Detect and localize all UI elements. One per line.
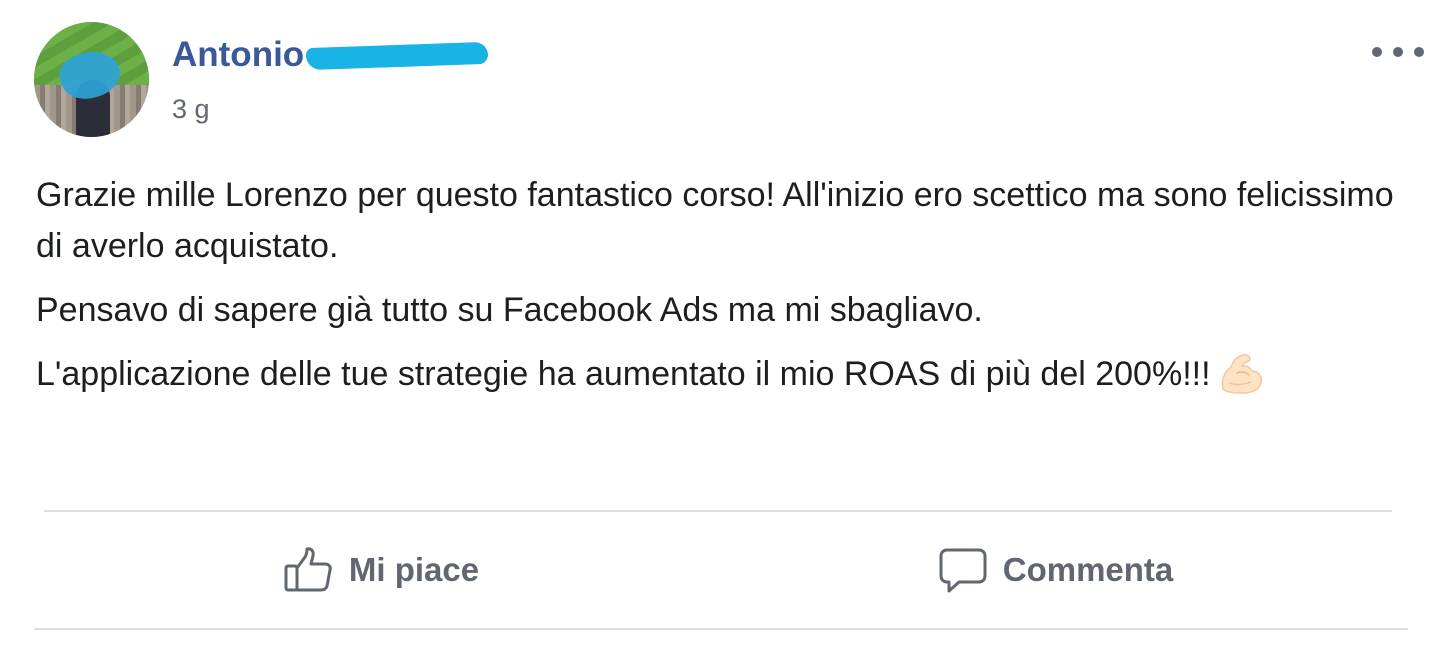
- ellipsis-dot: [1393, 47, 1403, 57]
- ellipsis-icon[interactable]: [1372, 38, 1424, 66]
- post-actions-bar: Mi piace Commenta: [44, 512, 1392, 628]
- post-paragraph-text: L'applicazione delle tue strategie ha au…: [36, 355, 1211, 393]
- post-paragraph-text: Pensavo di sapere già tutto su Facebook …: [36, 291, 983, 329]
- comment-button-label: Commenta: [1002, 551, 1174, 588]
- thumbs-up-icon: [283, 546, 335, 594]
- post-body: Grazie mille Lorenzo per questo fantasti…: [36, 170, 1416, 413]
- author-avatar[interactable]: [34, 22, 149, 137]
- like-button[interactable]: Mi piace: [44, 512, 718, 628]
- post-paragraph: L'applicazione delle tue strategie ha au…: [36, 349, 1416, 400]
- comment-button[interactable]: Commenta: [718, 512, 1392, 628]
- author-name-link[interactable]: Antonio: [172, 33, 304, 77]
- author-surname-redaction: [305, 41, 489, 71]
- comment-bubble-icon: [937, 546, 989, 594]
- post-card: Antonio 3 g Grazie mille Lorenzo per que…: [0, 0, 1442, 672]
- actions-divider-bottom: [34, 628, 1408, 630]
- post-timestamp[interactable]: 3 g: [172, 92, 210, 126]
- post-paragraph: Pensavo di sapere già tutto su Facebook …: [36, 285, 1416, 336]
- post-paragraph-text: Grazie mille Lorenzo per questo fantasti…: [36, 176, 1394, 265]
- ellipsis-dot: [1414, 47, 1424, 57]
- author-header: Antonio: [172, 33, 489, 77]
- flexed-biceps-icon: [1217, 349, 1265, 397]
- post-paragraph: Grazie mille Lorenzo per questo fantasti…: [36, 170, 1416, 272]
- ellipsis-dot: [1372, 47, 1382, 57]
- like-button-label: Mi piace: [348, 551, 480, 588]
